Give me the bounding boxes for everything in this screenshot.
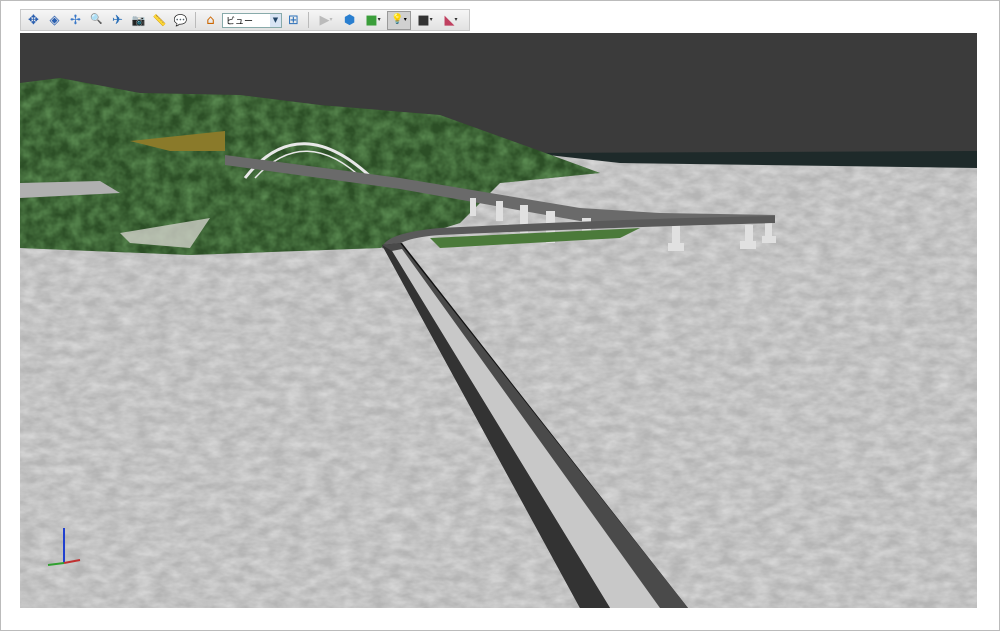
view-select-value: ビュー (226, 16, 254, 27)
home-icon[interactable]: ⌂ (201, 11, 220, 30)
orbit-icon[interactable]: ◈ (45, 11, 64, 30)
toolbar-divider (195, 12, 196, 28)
3d-toolbar: ✥ ◈ ✢ 🔍 ✈ 📷 📏 💬 ⌂ ビュー ▼ ⊞ ▶ ▾ ⬢ ■ ▾ 💡 ▾ ■ ▾ ◣… (20, 9, 470, 31)
background-color-icon[interactable]: ■ ▾ (413, 11, 437, 30)
cube-group-icon[interactable]: ■ ▾ (361, 11, 385, 30)
model-tree-icon[interactable]: ⊞ (284, 11, 303, 30)
fly-icon[interactable]: ✈ (108, 11, 127, 30)
play-icon[interactable]: ▶ ▾ (314, 11, 338, 30)
camera-icon[interactable]: 📷 (129, 11, 148, 30)
free-orbit-icon[interactable]: ✢ (66, 11, 85, 30)
3d-viewport[interactable] (20, 33, 977, 608)
chevron-down-icon: ▼ (270, 13, 281, 27)
lighting-icon[interactable]: 💡 ▾ (387, 10, 411, 30)
comment-icon[interactable]: 💬 (171, 11, 190, 30)
measure-icon[interactable]: 📏 (150, 11, 169, 30)
pan-icon[interactable]: ✥ (24, 11, 43, 30)
toolbar-divider (308, 12, 309, 28)
zoom-icon[interactable]: 🔍 (87, 11, 106, 30)
section-icon[interactable]: ◣ ▾ (439, 11, 463, 30)
render-cube-icon[interactable]: ⬢ (340, 11, 359, 30)
scene (20, 78, 977, 608)
view-select[interactable]: ビュー ▼ (222, 12, 282, 28)
